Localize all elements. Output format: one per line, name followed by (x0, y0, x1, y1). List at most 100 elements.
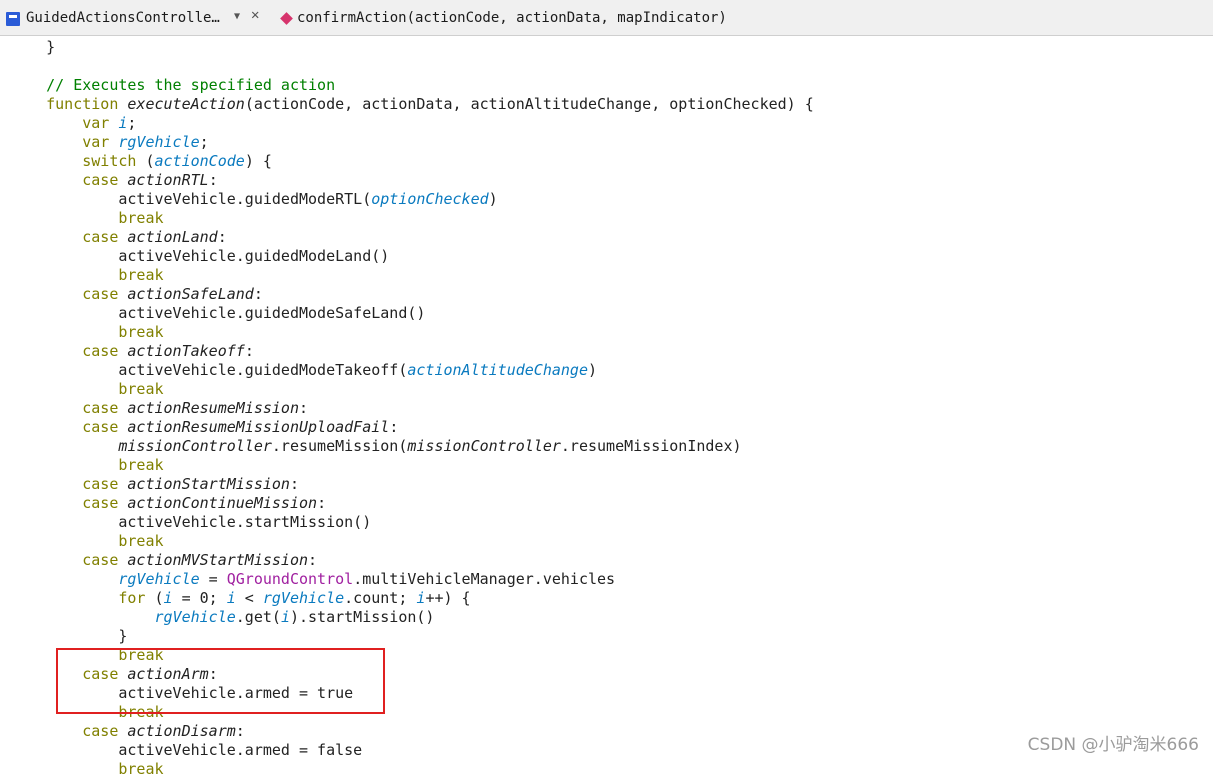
code-line[interactable]: var rgVehicle; (10, 133, 209, 152)
code-line[interactable]: } (10, 38, 55, 57)
open-file-name[interactable]: GuidedActionsControlle… (26, 10, 226, 26)
code-token: actionContinueMission (127, 494, 318, 512)
code-token: i (226, 589, 236, 607)
code-line[interactable]: switch (actionCode) { (10, 152, 272, 171)
code-line[interactable]: case actionMVStartMission: (10, 551, 317, 570)
code-line[interactable]: for (i = 0; i < rgVehicle.count; i++) { (10, 589, 471, 608)
code-token: case (82, 285, 119, 303)
code-line[interactable]: case actionLand: (10, 228, 227, 247)
code-line[interactable]: case actionRTL: (10, 171, 217, 190)
code-token: var (82, 114, 110, 132)
code-line[interactable]: case actionDisarm: (10, 722, 245, 741)
code-line[interactable]: break (10, 380, 164, 399)
code-line[interactable]: case actionStartMission: (10, 475, 299, 494)
code-token: case (82, 551, 119, 569)
close-icon[interactable]: ✕ (251, 7, 259, 23)
code-line[interactable]: case actionSafeLand: (10, 285, 263, 304)
code-token: case (82, 418, 119, 436)
code-line[interactable]: break (10, 456, 163, 475)
code-token: ; (199, 133, 209, 151)
code-token: case (82, 475, 119, 493)
code-line[interactable]: break (10, 209, 163, 228)
code-token: } (10, 627, 128, 645)
code-line[interactable]: // Executes the specified action (10, 76, 335, 95)
code-line[interactable]: activeVehicle.guidedModeSafeLand() (10, 304, 425, 323)
code-token: activeVehicle.armed = false (10, 741, 363, 759)
code-token: QGroundControl (226, 570, 354, 588)
code-token: rgVehicle (118, 570, 200, 588)
code-token: ) (587, 361, 598, 379)
code-token: actionRTL (127, 171, 209, 189)
code-token: actionCode (154, 152, 245, 170)
code-token: .resumeMissionIndex) (560, 437, 742, 455)
code-line[interactable]: rgVehicle = QGroundControl.multiVehicleM… (10, 570, 615, 589)
code-token: missionController (118, 437, 272, 455)
function-icon (280, 12, 293, 25)
chevron-down-icon[interactable]: ▼ (234, 11, 240, 22)
code-line[interactable]: break (10, 266, 163, 285)
code-line[interactable]: break (10, 532, 163, 551)
code-line[interactable]: activeVehicle.startMission() (10, 513, 371, 532)
code-token: actionResumeMission (127, 399, 299, 417)
code-token: activeVehicle.guidedModeSafeLand() (10, 304, 426, 322)
code-token: break (118, 760, 164, 778)
function-selector[interactable]: confirmAction(actionCode, actionData, ma… (297, 10, 727, 26)
code-token: for (118, 589, 146, 607)
code-line[interactable]: case actionTakeoff: (10, 342, 254, 361)
code-token: ) (488, 190, 498, 208)
code-token: ).startMission() (289, 608, 435, 626)
editor-toolbar: GuidedActionsControlle… ▼ ✕ confirmActio… (0, 0, 1213, 36)
code-token: case (82, 228, 119, 246)
code-line[interactable]: activeVehicle.guidedModeLand() (10, 247, 389, 266)
code-token: rgVehicle (118, 133, 200, 151)
code-line[interactable]: break (10, 760, 164, 779)
code-token: actionStartMission (127, 475, 290, 493)
code-token: activeVehicle.guidedModeRTL( (10, 190, 372, 208)
code-token: activeVehicle.guidedModeLand() (10, 247, 390, 265)
code-token: .resumeMission( (271, 437, 408, 455)
code-token: ) { (244, 152, 272, 170)
code-token: ( (145, 589, 164, 607)
code-token: actionTakeoff (127, 342, 245, 360)
code-line[interactable]: case actionContinueMission: (10, 494, 326, 513)
code-token: actionAltitudeChange (407, 361, 588, 379)
code-line[interactable]: activeVehicle.guidedModeTakeoff(actionAl… (10, 361, 597, 380)
code-line[interactable]: case actionResumeMissionUploadFail: (10, 418, 398, 437)
watermark: CSDN @小驴淘米666 (1027, 735, 1199, 755)
code-line[interactable]: missionController.resumeMission(missionC… (10, 437, 742, 456)
code-line[interactable]: case actionResumeMission: (10, 399, 308, 418)
code-token: : (289, 475, 299, 493)
code-line[interactable]: break (10, 323, 163, 342)
code-line[interactable]: } (10, 627, 127, 646)
code-token: .multiVehicleManager.vehicles (353, 570, 616, 588)
code-token: i (163, 589, 173, 607)
code-token: (actionCode, actionData, actionAltitudeC… (244, 95, 814, 113)
code-token: rgVehicle (154, 608, 236, 626)
code-token: case (82, 171, 119, 189)
code-token: : (217, 228, 227, 246)
code-line[interactable]: function executeAction(actionCode, actio… (10, 95, 814, 114)
code-token: actionSafeLand (127, 285, 254, 303)
highlight-annotation-box (56, 648, 385, 714)
code-token: ++) { (425, 589, 471, 607)
code-line[interactable]: rgVehicle.get(i).startMission() (10, 608, 435, 627)
code-line[interactable]: activeVehicle.armed = false (10, 741, 362, 760)
code-token: missionController (407, 437, 561, 455)
code-line[interactable]: activeVehicle.guidedModeRTL(optionChecke… (10, 190, 498, 209)
code-line[interactable]: var i; (10, 114, 136, 133)
code-token: } (10, 38, 56, 56)
code-token: break (118, 380, 164, 398)
